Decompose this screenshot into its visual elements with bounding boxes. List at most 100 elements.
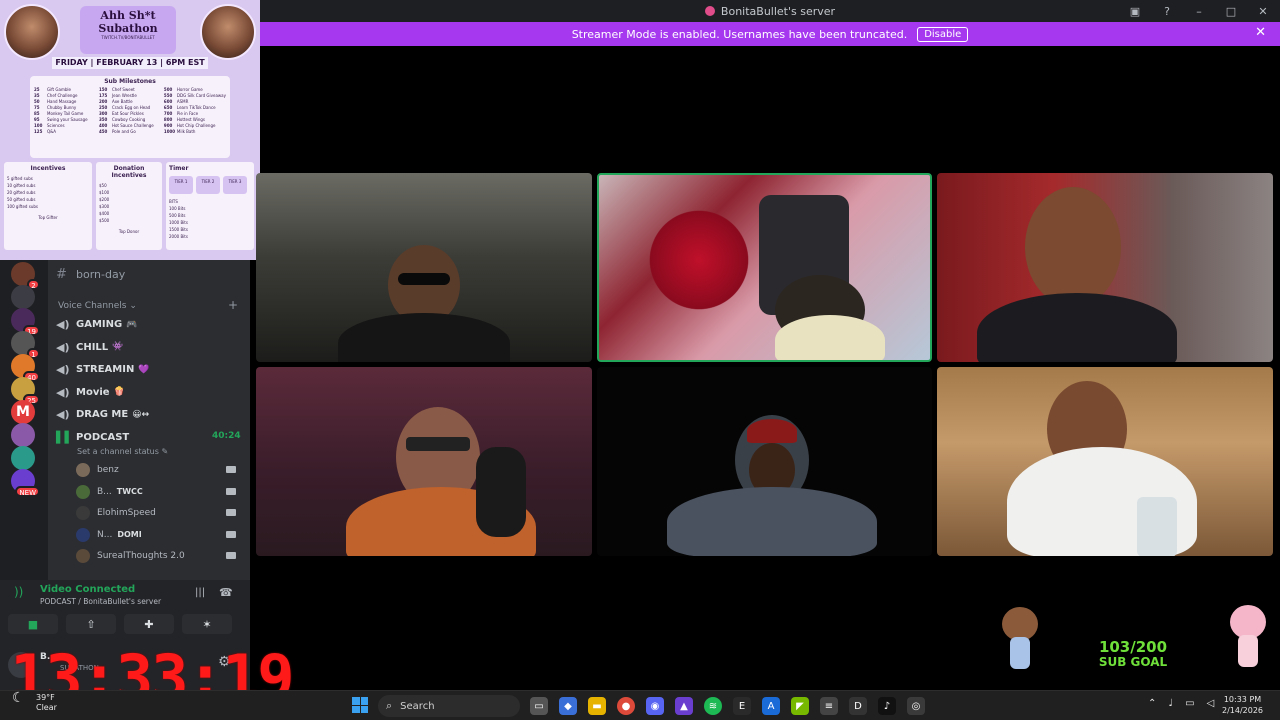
video-tile-4[interactable] <box>256 367 592 556</box>
add-channel-icon[interactable]: + <box>228 298 238 312</box>
camera-icon <box>226 530 236 538</box>
search-label: Search <box>400 700 435 712</box>
noise-suppression-icon[interactable]: ||| <box>195 587 205 598</box>
discord-icon[interactable]: ◉ <box>646 697 664 715</box>
glasses <box>406 437 470 451</box>
milestone-count: 175 <box>98 93 108 98</box>
help-icon[interactable]: ? <box>1160 5 1174 18</box>
text-channel-born-day[interactable]: # born-day <box>56 267 125 282</box>
voice-user[interactable]: B... TWCC <box>76 483 242 501</box>
server-icon[interactable]: NEW <box>11 469 40 497</box>
voice-status[interactable]: Video Connected <box>40 584 135 595</box>
camera-icon <box>226 552 236 559</box>
milestone-count: 300 <box>98 111 108 116</box>
duty-app-icon[interactable]: D <box>849 697 867 715</box>
server-icon[interactable] <box>11 446 35 470</box>
voice-channel[interactable]: ◀) GAMING 🎮 <box>56 318 137 331</box>
voice-channel-podcast[interactable]: ▌▌ PODCAST 40:24 <box>56 431 242 444</box>
clock-datetime[interactable]: 10:33 PM 2/14/2026 <box>1222 694 1263 716</box>
video-tile-2-speaking[interactable] <box>597 173 932 362</box>
tray-date: 2/14/2026 <box>1222 706 1264 715</box>
tiktok-icon[interactable]: ♪ <box>878 697 896 715</box>
milestone-label: Monkey Tail Game <box>47 111 84 116</box>
voice-user[interactable]: benz <box>76 461 242 479</box>
banner-text: Streamer Mode is enabled. Usernames have… <box>571 27 908 41</box>
video-tile-6[interactable] <box>937 367 1273 556</box>
milestones-box: Sub Milestones 25 Gift Gamble 35 Chef Chall… <box>30 76 230 158</box>
milestone-count: 100 <box>34 123 43 128</box>
server-icon[interactable]: 2 <box>11 262 40 290</box>
voice-user[interactable]: N... DOMI <box>76 526 242 544</box>
taskbar-search[interactable]: ⌕ Search <box>378 695 520 717</box>
milestone-count: 25 <box>34 87 40 92</box>
donation-item: $300 <box>99 204 110 209</box>
avatar <box>76 484 90 499</box>
close-window-icon[interactable]: ✕ <box>1256 5 1270 18</box>
set-channel-status[interactable]: Set a channel status ✎ <box>77 447 168 456</box>
display-icon[interactable]: ▭ <box>1185 698 1194 709</box>
milestone-label: Crack Egg on Head <box>111 105 151 110</box>
voice-user[interactable]: ElohimSpeed <box>76 504 242 522</box>
server-icon[interactable]: 19 <box>11 308 40 336</box>
spotify-icon[interactable]: ≋ <box>704 697 722 715</box>
voice-channel[interactable]: ◀) STREAMIN 💜 <box>56 363 150 376</box>
voice-channel[interactable]: ◀) DRAG ME 😀↔ <box>56 408 149 421</box>
volume-icon[interactable]: ◁ <box>1207 698 1215 709</box>
speaker-icon: ◀) <box>56 408 70 422</box>
voice-category[interactable]: Voice Channels ⌄ <box>58 301 137 311</box>
donation-item: $500 <box>99 218 110 223</box>
file-explorer-icon[interactable]: ▬ <box>588 697 606 715</box>
chibi-boy-body <box>1010 637 1030 669</box>
milestone-count: 150 <box>98 87 108 92</box>
game-launcher-icon[interactable]: ▲ <box>675 697 693 715</box>
milestone-count: 75 <box>34 105 40 110</box>
milestone-row: 300 Eat Sour Pickles <box>99 111 160 116</box>
windows-start-icon[interactable] <box>352 697 368 713</box>
video-tile-1[interactable] <box>256 173 592 362</box>
server-icon[interactable]: 1 <box>11 331 40 359</box>
milestone-count: 1000 <box>163 129 176 134</box>
milestone-row: 450 Pole and Go <box>99 129 160 134</box>
voice-channel[interactable]: ◀) CHILL 👾 <box>56 341 123 354</box>
close-banner-icon[interactable]: ✕ <box>1255 25 1266 40</box>
streamer-mode-banner: Streamer Mode is enabled. Usernames have… <box>260 22 1280 46</box>
channel-emoji: 😀↔ <box>132 409 150 420</box>
voice-location[interactable]: PODCAST / BonitaBullet's server <box>40 597 161 606</box>
donation-box: Donation Incentives $50 $100 $200 $300 $400 $… <box>96 162 162 250</box>
server-icon[interactable] <box>11 423 35 447</box>
screen-share-button[interactable]: ⇧ <box>66 614 116 634</box>
server-icon[interactable]: 40 <box>11 354 40 382</box>
inbox-icon[interactable]: ▣ <box>1128 5 1142 18</box>
microphone-icon[interactable]: ♩ <box>1168 698 1173 709</box>
weather-widget[interactable]: ☾ 39°F Clear <box>12 691 57 713</box>
disable-button[interactable]: Disable <box>917 26 969 42</box>
epic-games-icon[interactable]: E <box>733 697 751 715</box>
soundboard-button[interactable]: ✶ <box>182 614 232 634</box>
nvidia-icon[interactable]: ◤ <box>791 697 809 715</box>
milestone-label: Eat Sour Pickles <box>111 111 144 116</box>
app-icon[interactable]: ≡ <box>820 697 838 715</box>
hash-icon: # <box>56 267 67 282</box>
chevron-up-icon[interactable]: ⌃ <box>1148 698 1156 709</box>
chrome-icon[interactable]: ● <box>617 697 635 715</box>
donation-item: $200 <box>99 197 110 202</box>
server-icon[interactable]: M <box>11 400 35 424</box>
obs-icon[interactable]: ◎ <box>907 697 925 715</box>
activities-button[interactable]: ✚ <box>124 614 174 634</box>
video-tile-3[interactable] <box>937 173 1273 362</box>
minimize-icon[interactable]: – <box>1192 5 1206 18</box>
app-store-icon[interactable]: A <box>762 697 780 715</box>
maximize-icon[interactable]: □ <box>1224 5 1238 18</box>
copilot-icon[interactable]: ◆ <box>559 697 577 715</box>
server-icon[interactable] <box>11 285 35 309</box>
server-icon[interactable]: 25 <box>11 377 40 405</box>
voice-channel[interactable]: ◀) Movie 🍿 <box>56 386 125 399</box>
video-tile-5[interactable] <box>597 367 932 556</box>
timer-bits-item: 100 Bits <box>169 206 186 211</box>
camera-button[interactable]: ■ <box>8 614 58 634</box>
voice-user[interactable]: SurealThoughts 2.0 <box>76 547 242 565</box>
milestones-column: 500 Horror Game 550 DDG Silk Card Giveaway 6… <box>164 87 226 134</box>
disconnect-icon[interactable]: ☎ <box>219 586 233 599</box>
milestone-row: 25 Gift Gamble <box>34 87 95 92</box>
task-view-icon[interactable]: ▭ <box>530 697 548 715</box>
